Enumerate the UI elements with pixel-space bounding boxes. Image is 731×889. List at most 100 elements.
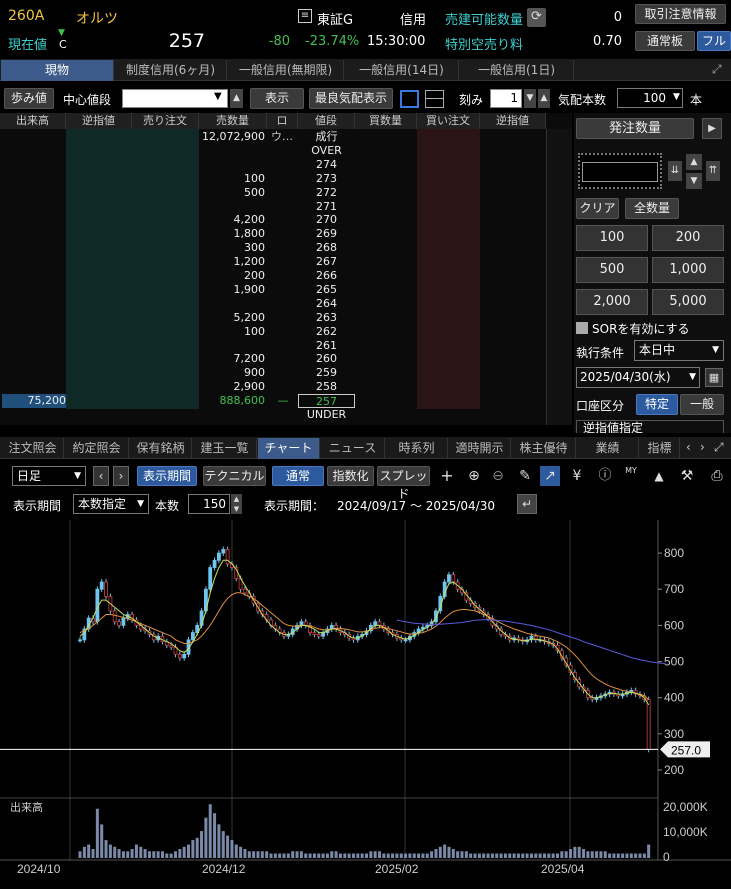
split-layout-icon[interactable]	[425, 90, 444, 108]
price-cell[interactable]: 264	[298, 297, 355, 311]
board-row[interactable]: 75,200 888,600 — 257	[0, 394, 572, 409]
order-qty-button[interactable]: 発注数量	[576, 118, 694, 139]
board-row[interactable]: 300 268	[0, 241, 572, 256]
zoom-in-icon[interactable]: ⊕	[464, 466, 484, 486]
board-row[interactable]: 261	[0, 339, 572, 354]
single-layout-icon[interactable]	[400, 90, 419, 108]
sell-qty[interactable]: 100	[199, 172, 265, 186]
sell-qty[interactable]	[199, 297, 265, 311]
my-chart-icon[interactable]: MY	[620, 466, 642, 486]
price-cell[interactable]: 274	[298, 158, 355, 172]
price-cell[interactable]: 258	[298, 380, 355, 394]
period-select[interactable]: 日足 ▼	[12, 466, 86, 486]
price-cell[interactable]: 266	[298, 269, 355, 283]
board-row[interactable]: 12,072,900 成行	[0, 130, 572, 145]
board-row[interactable]: 1,200 267	[0, 255, 572, 270]
sell-qty[interactable]: 200	[199, 269, 265, 283]
tab-benefits[interactable]: 株主優待	[512, 438, 576, 459]
sor-checkbox[interactable]	[576, 322, 588, 334]
tab-expand-icon[interactable]: ⤢	[714, 440, 724, 455]
price-cell[interactable]: 260	[298, 352, 355, 366]
price-cell[interactable]: 268	[298, 241, 355, 255]
tab-general-unlimited[interactable]: 一般信用(無期限)	[228, 60, 344, 81]
board-row[interactable]: 1,900 265	[0, 283, 572, 298]
account-specific-button[interactable]: 特定	[636, 394, 678, 415]
draw-icon[interactable]: ✎	[515, 466, 535, 486]
all-qty-button[interactable]: 全数量	[625, 198, 679, 219]
zoom-out-icon[interactable]: ⊖	[488, 466, 508, 486]
tab-next-icon[interactable]: ›	[700, 440, 705, 454]
price-chart[interactable]: 800 700 600 500 400 300 200 257.0 20,000K 10,000K…	[0, 520, 731, 889]
refresh-icon[interactable]: ⟳	[527, 8, 546, 27]
trade-notice-button[interactable]: 取引注意情報	[635, 4, 726, 24]
sell-qty[interactable]: 1,800	[199, 227, 266, 241]
sell-qty[interactable]	[199, 339, 265, 353]
qty-500-button[interactable]: 500	[576, 257, 648, 283]
board-row[interactable]: 1,800 269	[0, 227, 572, 242]
sell-qty[interactable]: 1,900	[199, 283, 266, 297]
tick-up-icon[interactable]: ▲	[538, 89, 550, 108]
tab-order-inquiry[interactable]: 注文照会	[2, 438, 64, 459]
price-cell[interactable]: 272	[298, 186, 355, 200]
yen-icon[interactable]: ¥	[567, 466, 587, 486]
sell-qty[interactable]: 888,600	[199, 394, 266, 408]
sell-qty[interactable]: 100	[199, 325, 265, 339]
mountain-chart-icon[interactable]: ▲	[648, 466, 670, 486]
print-icon[interactable]: ⎙	[707, 466, 727, 486]
center-price-input[interactable]	[122, 89, 228, 108]
show-button[interactable]: 表示	[250, 88, 304, 109]
tab-news[interactable]: ニュース	[321, 438, 385, 459]
price-cell[interactable]: 267	[298, 255, 355, 269]
next-icon[interactable]: ›	[113, 466, 129, 486]
price-cell[interactable]: 261	[298, 339, 355, 353]
period-mode-select[interactable]: 本数指定 ▼	[73, 494, 149, 514]
board-row[interactable]: 2,900 258	[0, 380, 572, 395]
price-cell[interactable]: 273	[298, 172, 355, 186]
qty-down-icon[interactable]: ▼	[686, 173, 702, 189]
qty-100-button[interactable]: 100	[576, 225, 648, 251]
qty-up-icon[interactable]: ▲	[686, 154, 702, 170]
expand-icon[interactable]: ⤢	[712, 62, 722, 77]
reload-icon[interactable]: ↵	[517, 494, 537, 514]
double-up-icon[interactable]: ⇈	[706, 161, 720, 181]
normal-button[interactable]: 通常	[272, 466, 324, 486]
account-general-button[interactable]: 一般	[680, 394, 724, 415]
tab-indicators[interactable]: 指標	[640, 438, 680, 459]
board-row[interactable]: 900 259	[0, 366, 572, 381]
count-input[interactable]: 150	[188, 494, 230, 514]
sell-qty[interactable]: 7,200	[199, 352, 266, 366]
board-row[interactable]: 100 273	[0, 172, 572, 187]
date-select[interactable]: 2025/04/30(水) ▼	[576, 367, 700, 388]
tab-cash[interactable]: 現物	[1, 60, 114, 81]
sell-qty[interactable]	[199, 158, 265, 172]
full-board-button[interactable]: フル	[697, 31, 731, 51]
board-row[interactable]: 200 266	[0, 269, 572, 284]
sell-qty[interactable]: 12,072,900	[199, 130, 265, 144]
calendar-icon[interactable]: ▦	[705, 368, 723, 387]
technical-button[interactable]: テクニカル	[203, 466, 266, 486]
board-row[interactable]: 274	[0, 158, 572, 173]
document-icon[interactable]: ≡	[298, 9, 312, 23]
show-period-button[interactable]: 表示期間	[137, 466, 197, 486]
sell-qty[interactable]: 900	[199, 366, 265, 380]
sell-qty[interactable]: 5,200	[199, 311, 266, 325]
clear-button[interactable]: クリア	[576, 198, 619, 219]
spread-button[interactable]: スプレッド	[377, 466, 430, 501]
price-cell[interactable]: 270	[298, 213, 355, 227]
qty-input-frame[interactable]	[578, 153, 662, 189]
qty-1000-button[interactable]: 1,000	[652, 257, 724, 283]
walk-button[interactable]: 歩み値	[4, 88, 54, 109]
tab-chart[interactable]: チャート	[258, 438, 320, 459]
count-up-icon[interactable]: ▲	[231, 494, 242, 504]
tab-general-1d[interactable]: 一般信用(1日)	[460, 60, 574, 81]
sell-qty[interactable]: 4,200	[199, 213, 266, 227]
price-cell[interactable]: 265	[298, 283, 355, 297]
tick-input[interactable]: 1	[490, 89, 522, 108]
sell-qty[interactable]: 500	[199, 186, 265, 200]
sell-qty[interactable]: 2,900	[199, 380, 266, 394]
board-row[interactable]: OVER	[0, 144, 572, 159]
price-cell[interactable]: UNDER	[298, 408, 355, 422]
prev-icon[interactable]: ‹	[93, 466, 109, 486]
sell-qty[interactable]	[199, 200, 265, 214]
board-row[interactable]: 100 262	[0, 325, 572, 340]
